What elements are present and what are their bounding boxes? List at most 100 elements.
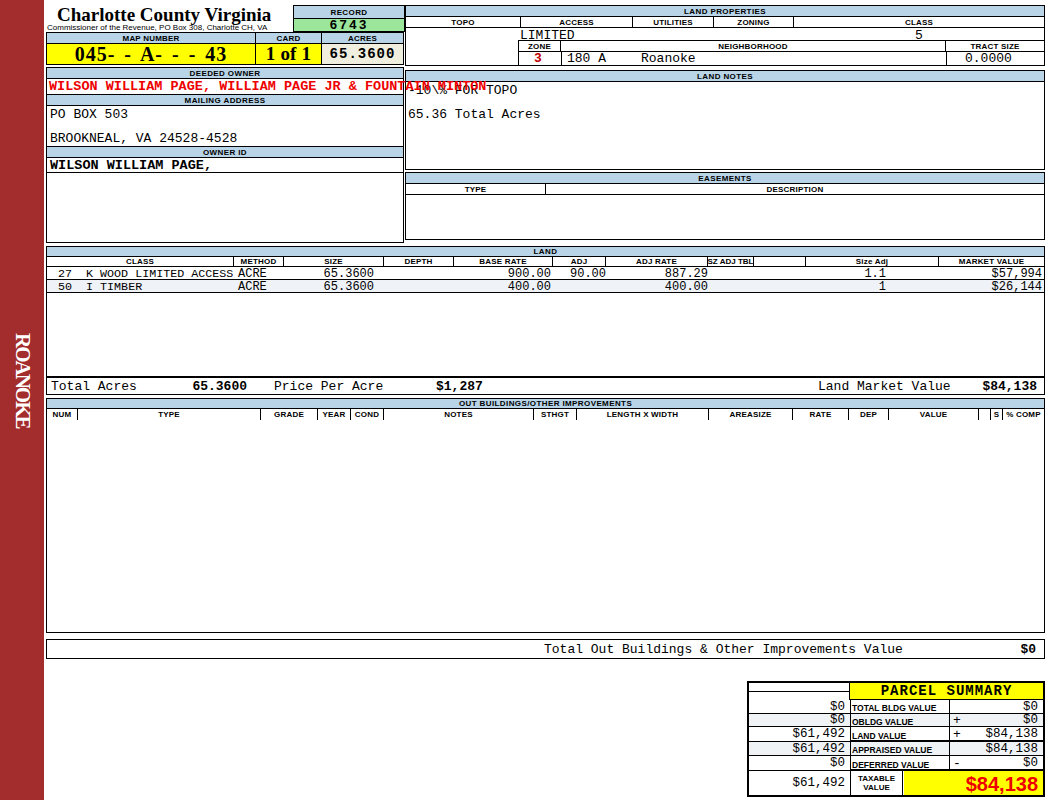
land-row2-size: 65.3600 <box>284 281 374 293</box>
ob-col-grade: GRADE <box>261 409 318 420</box>
land-row1-size: 65.3600 <box>284 268 374 280</box>
land-row2-base-rate: 400.00 <box>447 281 551 293</box>
land-row1-size-adj: 1.1 <box>747 268 886 280</box>
ps-taxable-value-cell: $84,138 <box>904 771 1043 795</box>
ps-r5-left: $0 <box>830 757 845 770</box>
page-subtitle: Commissioner of the Revenue, PO Box 308,… <box>47 23 267 32</box>
ob-col-areasize: AREASIZE <box>709 409 793 420</box>
ob-col-blank <box>979 409 991 420</box>
land-row2-class: 50 I TIMBER <box>58 281 142 293</box>
total-acres-value: 65.3600 <box>137 380 247 393</box>
ob-col-rate: RATE <box>793 409 849 420</box>
ps-title: PARCEL SUMMARY <box>850 683 1043 700</box>
land-row1-method: ACRE <box>238 268 267 280</box>
land-row1-class: 27 K WOOD LIMITED ACCESS <box>58 268 233 280</box>
zone-value-row: 3 180 A Roanoke 0.0000 <box>518 51 1045 66</box>
land-row1-adj: 90.00 <box>527 268 606 280</box>
easement-description-label: DESCRIPTION <box>546 184 1044 194</box>
ps-row-4: $61,492 APPRAISED VALUE $84,138 <box>749 742 1043 756</box>
access-label: ACCESS <box>521 17 633 27</box>
topo-label: TOPO <box>406 17 521 27</box>
acres-value: 65.3600 <box>322 44 403 64</box>
land-total-row: Total Acres 65.3600 Price Per Acre $1,28… <box>46 377 1045 395</box>
map-value-row: 045- - A- - - 43 1 of 1 65.3600 <box>46 43 404 65</box>
ps-r1-label: TOTAL BLDG VALUE <box>852 703 936 713</box>
class-label: CLASS <box>794 17 1044 27</box>
land-col-size-adj: Size Adj <box>806 257 939 266</box>
neighborhood-label: NEIGHBORHOOD <box>561 41 946 51</box>
land-col-sz-adj-tbl: SZ ADJ TBL <box>708 257 754 266</box>
total-acres-label: Total Acres <box>51 380 137 393</box>
card-value: 1 of 1 <box>256 44 322 64</box>
tract-size-value: 0.0000 <box>965 52 1012 65</box>
land-row1-market-value: $57,994 <box>897 268 1042 280</box>
neighborhood-code: 180 A <box>567 52 606 65</box>
ps-r4-label: APPRAISED VALUE <box>852 745 932 755</box>
parcel-summary: PARCEL SUMMARY $0 TOTAL BLDG VALUE $0 $0… <box>747 681 1045 797</box>
land-row-1: 27 K WOOD LIMITED ACCESS ACRE 65.3600 90… <box>47 267 1044 280</box>
ob-col-value: VALUE <box>889 409 979 420</box>
land-table-header: CLASS METHOD SIZE DEPTH BASE RATE ADJ AD… <box>46 256 1045 267</box>
land-col-size: SIZE <box>284 257 384 266</box>
land-row2-method: ACRE <box>238 281 267 293</box>
land-col-depth: DEPTH <box>384 257 454 266</box>
land-col-class: CLASS <box>47 257 234 266</box>
price-per-acre-value: $1,287 <box>436 380 483 393</box>
neighborhood-name: Roanoke <box>641 52 696 65</box>
ob-col-num: NUM <box>47 409 78 420</box>
land-row2-market-value: $26,144 <box>897 281 1042 293</box>
ps-taxable-value: $84,138 <box>966 773 1038 796</box>
zoning-label: ZONING <box>714 17 794 27</box>
zone-col-divider <box>561 51 562 66</box>
tract-size-cell: 0.0000 <box>946 51 1046 66</box>
ps-r3-left: $61,492 <box>792 728 845 741</box>
address-line2: BROOKNEAL, VA 24528-4528 <box>50 132 237 145</box>
land-row1-adj-rate: 887.29 <box>607 268 708 280</box>
land-col-base-rate: BASE RATE <box>454 257 553 266</box>
address-line1: PO BOX 503 <box>50 108 128 121</box>
ps-row-3: $61,492 LAND VALUE + $84,138 <box>749 727 1043 742</box>
easement-type-label: TYPE <box>406 184 546 194</box>
ob-col-cond: COND <box>351 409 384 420</box>
sidebar: ROANOKE <box>0 0 44 800</box>
land-row-2: 50 I TIMBER ACRE 65.3600 400.00 400.00 1… <box>47 280 1044 293</box>
owner-empty-box <box>46 172 404 243</box>
land-table-body: 27 K WOOD LIMITED ACCESS ACRE 65.3600 90… <box>46 267 1045 377</box>
land-notes-line2: 65.36 Total Acres <box>408 108 541 121</box>
ps-row-1: $0 TOTAL BLDG VALUE $0 <box>749 700 1043 714</box>
sidebar-region-label: ROANOKE <box>10 333 35 428</box>
ob-col-year: YEAR <box>318 409 351 420</box>
ps-taxable-left: $61,492 <box>792 777 845 790</box>
ob-col-dep: DEP <box>849 409 889 420</box>
land-market-value: $84,138 <box>927 380 1037 393</box>
out-buildings-total-value: $0 <box>1020 643 1036 656</box>
ps-header-left <box>749 683 850 700</box>
ob-col-s: S <box>991 409 1003 420</box>
owner-id-value: WILSON WILLIAM PAGE, <box>50 159 212 172</box>
ps-row-5: $0 DEFERRED VALUE - $0 <box>749 756 1043 771</box>
map-number-value: 045- - A- - - 43 <box>47 44 256 64</box>
land-row2-size-adj: 1 <box>747 281 886 293</box>
easements-box <box>405 194 1045 240</box>
deeded-owner-value: WILSON WILLIAM PAGE, WILLIAM PAGE JR & F… <box>49 80 486 93</box>
price-per-acre-label: Price Per Acre <box>274 380 383 393</box>
record-value: 6743 <box>293 18 405 32</box>
land-col-market-value: MARKET VALUE <box>939 257 1044 266</box>
ob-col-lengthxwidth: LENGTH X WIDTH <box>577 409 709 420</box>
utilities-label: UTILITIES <box>633 17 714 27</box>
ob-col-type: TYPE <box>78 409 261 420</box>
card-label: CARD <box>256 33 322 43</box>
land-col-method: METHOD <box>234 257 284 266</box>
ob-col-comp: % COMP <box>1003 409 1044 420</box>
zone-label: ZONE <box>519 41 561 51</box>
ob-col-sthgt: STHGT <box>534 409 577 420</box>
zone-value: 3 <box>534 52 542 65</box>
ps-taxable-label: TAXABLE VALUE <box>850 771 903 795</box>
land-col-adj: ADJ <box>553 257 606 266</box>
land-row2-adj-rate: 400.00 <box>607 281 708 293</box>
ob-col-notes: NOTES <box>384 409 534 420</box>
out-buildings-total-row: Total Out Buildings & Other Improvements… <box>46 639 1045 659</box>
property-record-card: ROANOKE Charlotte County Virginia Commis… <box>0 0 1050 800</box>
out-buildings-body <box>46 420 1045 633</box>
acres-label: ACRES <box>322 33 403 43</box>
